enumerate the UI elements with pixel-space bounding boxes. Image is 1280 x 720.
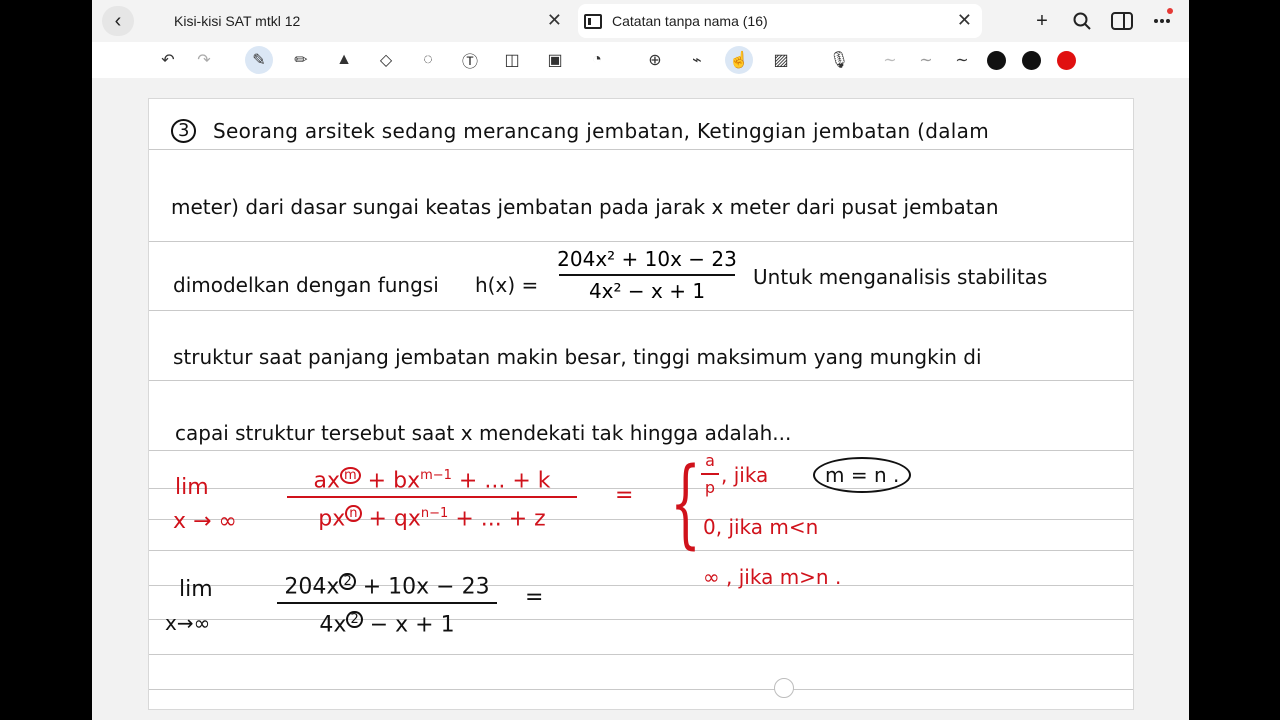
example-lim-subscript: x→∞ xyxy=(165,611,211,635)
chevron-left-icon: ‹ xyxy=(114,9,122,32)
case1-fraction: a p xyxy=(701,451,719,497)
more-icon[interactable] xyxy=(1145,6,1179,36)
rule-line xyxy=(149,149,1133,150)
touch-icon[interactable]: ☝ xyxy=(725,46,753,74)
example-numerator: 204x 2 + 10x − 23 xyxy=(284,573,490,600)
bottom-strip xyxy=(92,710,1189,720)
grid-icon[interactable]: ▨ xyxy=(767,46,795,74)
close-icon[interactable]: ✕ xyxy=(957,10,972,31)
microphone-icon[interactable]: 🎙 xyxy=(825,46,853,74)
h-numerator: 204x² + 10x − 23 xyxy=(557,247,737,271)
rule-lim-subscript: x → ∞ xyxy=(173,509,237,534)
notes-app-window: ‹ Kisi-kisi SAT mtkl 12 ✕ Catatan tanpa … xyxy=(92,0,1189,720)
color-swatch-black[interactable] xyxy=(987,51,1006,70)
note-line-2: meter) dari dasar sungai keatas jembatan… xyxy=(171,195,999,219)
rule-equals: = xyxy=(615,483,634,508)
case1-condition: , jika xyxy=(721,463,769,487)
image-icon[interactable]: ▣ xyxy=(541,46,569,74)
note-line-3b: Untuk menganalisis stabilitas xyxy=(753,265,1048,289)
note-line-1: Seorang arsitek sedang merancang jembata… xyxy=(213,119,990,143)
rule-line xyxy=(149,310,1133,311)
example-equals: = xyxy=(525,585,544,610)
shapes-icon[interactable]: ◫ xyxy=(498,46,526,74)
pen-icon[interactable]: ✎ xyxy=(245,46,273,74)
case3: ∞ , jika m>n . xyxy=(703,565,842,589)
rule-lim: lim xyxy=(175,475,209,500)
rule-fraction: ax m + bxm−1 + ... + k px n + qxn−1 + ... … xyxy=(287,463,577,532)
note-line-5: capai struktur tersebut saat x mendekati… xyxy=(175,421,792,445)
example-lim: lim xyxy=(179,577,213,602)
tabbar-actions: + xyxy=(1025,6,1179,36)
tab-bar: ‹ Kisi-kisi SAT mtkl 12 ✕ Catatan tanpa … xyxy=(92,0,1189,42)
example-denominator: 4x 2 − x + 1 xyxy=(319,611,455,638)
rule-numerator: ax m + bxm−1 + ... + k xyxy=(313,467,551,494)
problem-number: 3 xyxy=(171,117,197,143)
line-medium-icon[interactable]: ∼ xyxy=(912,46,940,74)
rule-line xyxy=(149,689,1133,690)
drawing-toolbar: ↶ ↷ ✎ ✏ ▲ ◇ ◌ Ⓣ ◫ ▣ ◔ ⊕ ⌁ ☝ ▨ 🎙 ∼ ∼ ∼ xyxy=(92,42,1189,78)
rule-line xyxy=(149,450,1133,451)
note-page[interactable]: 3 Seorang arsitek sedang merancang jemba… xyxy=(148,98,1134,710)
case1-circled: m = n . xyxy=(813,457,912,493)
undo-icon[interactable]: ↶ xyxy=(154,46,182,74)
rule-line xyxy=(149,241,1133,242)
tab-catatan[interactable]: Catatan tanpa nama (16) ✕ xyxy=(578,4,982,38)
tab-label: Catatan tanpa nama (16) xyxy=(612,13,768,29)
fraction-bar xyxy=(287,496,577,499)
back-button[interactable]: ‹ xyxy=(102,6,134,36)
search-icon[interactable] xyxy=(1065,6,1099,36)
tab-kisi-kisi[interactable]: Kisi-kisi SAT mtkl 12 ✕ xyxy=(152,4,572,38)
rule-line xyxy=(149,550,1133,551)
plus-icon[interactable]: + xyxy=(1025,6,1059,36)
example-fraction: 204x 2 + 10x − 23 4x 2 − x + 1 xyxy=(277,569,497,638)
highlighter-icon[interactable]: ▲ xyxy=(330,46,358,74)
lasso-icon[interactable]: ◌ xyxy=(414,46,442,74)
sidebar-icon[interactable] xyxy=(1105,6,1139,36)
redo-icon[interactable]: ↷ xyxy=(190,46,218,74)
pencil-icon[interactable]: ✏ xyxy=(287,46,315,74)
h-label: h(x) = xyxy=(475,273,539,297)
fraction-bar xyxy=(277,602,497,605)
note-line-4: struktur saat panjang jembatan makin bes… xyxy=(173,345,982,369)
rule-denominator: px n + qxn−1 + ... + z xyxy=(318,505,546,532)
rule-line xyxy=(149,380,1133,381)
close-icon[interactable]: ✕ xyxy=(547,10,562,31)
sticker-icon[interactable]: ◔ xyxy=(583,46,611,74)
case2: 0, jika m<n xyxy=(703,515,819,539)
h-denominator: 4x² − x + 1 xyxy=(588,279,706,303)
fraction-bar xyxy=(559,274,735,276)
case-brace: { xyxy=(670,447,701,559)
h-fraction: 204x² + 10x − 23 4x² − x + 1 xyxy=(557,247,737,303)
notification-dot xyxy=(1167,8,1173,14)
eraser-icon[interactable]: ◇ xyxy=(372,46,400,74)
note-line-3: dimodelkan dengan fungsi xyxy=(173,273,439,297)
color-swatch-red[interactable] xyxy=(1057,51,1076,70)
notebook-icon xyxy=(584,13,602,29)
color-swatch-black-2[interactable] xyxy=(1022,51,1041,70)
text-icon[interactable]: Ⓣ xyxy=(456,46,484,74)
zoom-icon[interactable]: ⊕ xyxy=(641,46,669,74)
tab-label: Kisi-kisi SAT mtkl 12 xyxy=(174,13,301,29)
line-thin-icon[interactable]: ∼ xyxy=(876,46,904,74)
line-thick-icon[interactable]: ∼ xyxy=(948,46,976,74)
rule-line xyxy=(149,654,1133,655)
laser-icon[interactable]: ⌁ xyxy=(683,46,711,74)
page-indicator[interactable] xyxy=(774,678,794,698)
